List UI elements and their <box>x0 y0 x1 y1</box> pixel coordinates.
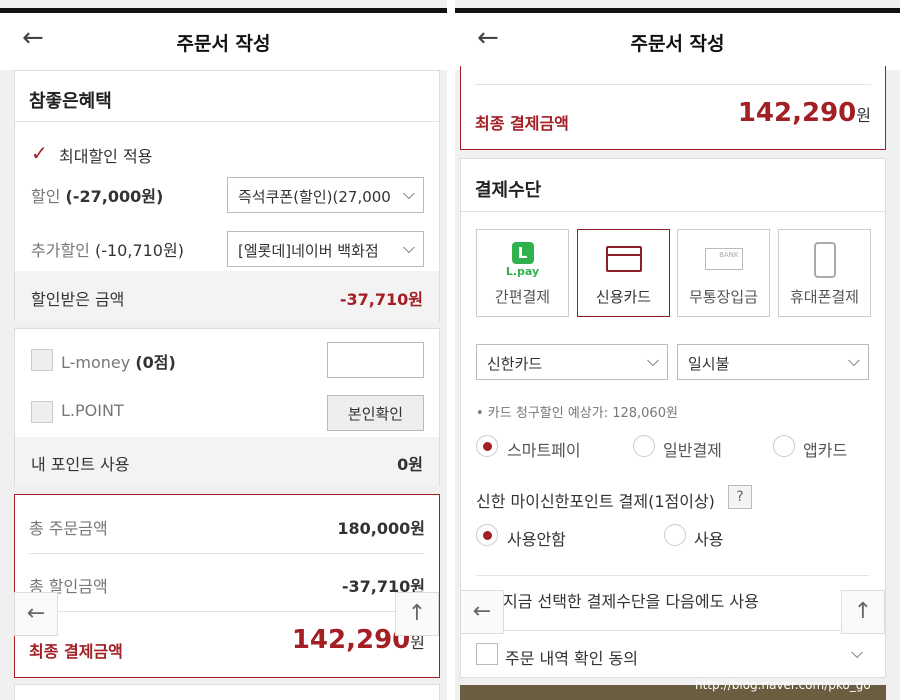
radio-normal-pay-label: 일반결제 <box>663 441 722 460</box>
radio-point-use-label: 사용 <box>694 530 724 549</box>
max-discount-checkbox[interactable]: ✓ <box>31 141 48 165</box>
save-method-label: 지금 선택한 결제수단을 다음에도 사용 <box>503 592 759 611</box>
phone-icon <box>779 242 870 282</box>
payment-summary: 총 주문금액 180,000원 총 할인금액 -37,710원 최종 결제금액 … <box>14 494 440 678</box>
page-title: 주문서 작성 <box>176 33 271 55</box>
discount-label: 할인 (-27,000원) <box>31 187 164 206</box>
lpoint-label: L.POINT <box>61 401 124 420</box>
benefit-section: 참좋은혜택 ✓ 최대할인 적용 할인 (-27,000원) 즉석쿠폰(할인)(2… <box>14 70 440 322</box>
float-back-button[interactable]: ← <box>460 590 504 634</box>
credit-card-icon <box>578 242 669 282</box>
pay-method-credit-card[interactable]: 신용카드 <box>577 229 670 317</box>
received-label: 할인받은 금액 <box>31 290 125 309</box>
scroll-top-button[interactable]: ↑ <box>841 590 885 634</box>
lmoney-checkbox[interactable] <box>31 349 53 371</box>
radio-smartpay[interactable] <box>476 435 498 457</box>
bank-icon: BANK <box>678 242 769 282</box>
radio-smartpay-label: 스마트페이 <box>507 441 581 460</box>
extra-discount-select[interactable]: [엘롯데]네이버 백화점 ⌵ <box>227 231 424 267</box>
chevron-down-icon: ⌵ <box>402 184 415 203</box>
total-order-label: 총 주문금액 <box>29 519 108 538</box>
total-order-value: 180,000원 <box>337 519 425 538</box>
final-amount-box: 최종 결제금액 142,290원 <box>460 66 886 150</box>
pay-method-bank-transfer[interactable]: BANK 무통장입금 <box>677 229 770 317</box>
lpoint-checkbox[interactable] <box>31 401 53 423</box>
radio-app-card-label: 앱카드 <box>803 441 848 460</box>
divider <box>475 84 871 85</box>
panel-divider <box>447 0 455 700</box>
page-header: ← 주문서 작성 <box>455 13 900 70</box>
lpay-icon: L L.pay <box>505 242 540 278</box>
extra-discount-label: 추가할인 (-10,710원) <box>31 241 184 260</box>
verify-identity-button[interactable]: 본인확인 <box>327 395 424 431</box>
discount-coupon-select[interactable]: 즉석쿠폰(할인)(27,000 ⌵ <box>227 177 424 213</box>
radio-point-not-use[interactable] <box>476 524 498 546</box>
radio-point-not-use-label: 사용안함 <box>507 530 566 549</box>
help-icon[interactable]: ? <box>728 485 752 509</box>
pay-method-label: 간편결제 <box>494 288 551 306</box>
divider <box>460 630 886 631</box>
divider <box>29 553 425 554</box>
right-screen: ← 주문서 작성 최종 결제금액 142,290원 결제수단 L L.pay 간… <box>455 0 900 700</box>
pay-method-label: 무통장입금 <box>688 288 758 306</box>
float-back-button[interactable]: ← <box>14 592 58 636</box>
lmoney-input[interactable] <box>327 342 424 378</box>
point-use-label: 내 포인트 사용 <box>31 455 130 474</box>
point-use-value: 0원 <box>397 455 423 474</box>
shinhan-point-question: 신한 마이신한포인트 결제(1점이상) <box>476 492 715 511</box>
watermark-text: http://blog.naver.com/pko_go <box>695 678 871 692</box>
divider <box>29 611 425 612</box>
page-header: ← 주문서 작성 <box>0 13 447 70</box>
agree-label: 주문 내역 확인 동의 <box>505 649 639 668</box>
divider <box>476 575 869 576</box>
radio-normal-pay[interactable] <box>633 435 655 457</box>
page-title: 주문서 작성 <box>630 33 725 55</box>
divider <box>15 121 439 122</box>
chevron-down-icon: ⌵ <box>847 351 860 370</box>
pay-method-label: 휴대폰결제 <box>789 288 859 306</box>
installment-select[interactable]: 일시불 ⌵ <box>677 344 869 380</box>
radio-point-use[interactable] <box>664 524 686 546</box>
pay-method-easy[interactable]: L L.pay 간편결제 <box>476 229 569 317</box>
payment-method-title: 결제수단 <box>475 180 542 201</box>
left-screen: ← 주문서 작성 참좋은혜택 ✓ 최대할인 적용 할인 (-27,000원) 즉… <box>0 0 447 700</box>
benefit-title: 참좋은혜택 <box>29 91 112 112</box>
divider <box>461 211 885 212</box>
discount-received-row: 할인받은 금액 -37,710원 <box>15 271 439 322</box>
scroll-top-button[interactable]: ↑ <box>395 592 439 636</box>
pay-method-label: 신용카드 <box>595 288 652 306</box>
lmoney-label: L-money (0점) <box>61 353 176 372</box>
pay-method-phone[interactable]: 휴대폰결제 <box>778 229 871 317</box>
next-section-edge <box>14 684 440 700</box>
card-company-select[interactable]: 신한카드 ⌵ <box>476 344 668 380</box>
received-value: -37,710원 <box>339 290 423 309</box>
radio-app-card[interactable] <box>773 435 795 457</box>
expected-price-note: • 카드 청구할인 예상가: 128,060원 <box>476 406 678 421</box>
discount-amount: (-27,000원) <box>65 187 164 206</box>
final-amount-label: 최종 결제금액 <box>475 114 569 133</box>
chevron-down-icon: ⌵ <box>402 238 415 257</box>
chevron-down-icon: ⌵ <box>646 351 659 370</box>
my-point-use-row: 내 포인트 사용 0원 <box>15 437 439 486</box>
chevron-down-icon[interactable]: ⌵ <box>851 643 863 663</box>
agree-checkbox[interactable] <box>476 643 498 665</box>
max-discount-label: 최대할인 적용 <box>59 147 153 166</box>
extra-discount-amount: (-10,710원) <box>94 241 184 260</box>
final-amount-label: 최종 결제금액 <box>29 642 123 661</box>
final-amount-value: 142,290원 <box>737 98 871 128</box>
points-section: L-money (0점) L.POINT 본인확인 내 포인트 사용 0원 <box>14 328 440 486</box>
